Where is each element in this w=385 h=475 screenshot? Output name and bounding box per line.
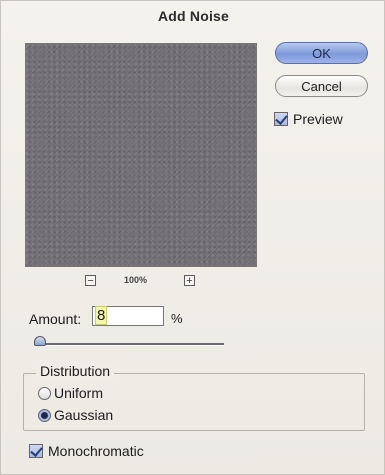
ok-button[interactable]: OK [275, 42, 368, 64]
amount-unit: % [171, 311, 183, 326]
zoom-level: 100% [124, 275, 148, 285]
cancel-button[interactable]: Cancel [275, 75, 368, 97]
amount-slider-thumb[interactable] [34, 336, 46, 346]
plus-icon[interactable]: + [184, 275, 195, 287]
preview-image[interactable] [25, 43, 257, 267]
uniform-label: Uniform [54, 385, 104, 401]
preview-checkbox[interactable] [274, 112, 288, 126]
uniform-radio[interactable] [38, 387, 51, 400]
amount-value: 8 [94, 306, 108, 325]
dialog-title: Add Noise [157, 8, 230, 24]
preview-label: Preview [293, 111, 343, 127]
gaussian-radio[interactable] [38, 409, 51, 422]
add-noise-dialog: Add Noise − 100% + OK Cancel Preview Amo… [0, 0, 385, 475]
amount-slider-track[interactable] [36, 343, 224, 346]
zoom-controls: − 100% + [85, 275, 201, 289]
distribution-legend: Distribution [36, 363, 115, 379]
monochromatic-checkbox[interactable] [29, 444, 43, 458]
monochromatic-label: Monochromatic [48, 443, 144, 459]
amount-label: Amount: [29, 311, 82, 327]
minus-icon[interactable]: − [85, 275, 96, 287]
gaussian-label: Gaussian [54, 407, 114, 423]
amount-input[interactable]: 8 [92, 306, 164, 326]
